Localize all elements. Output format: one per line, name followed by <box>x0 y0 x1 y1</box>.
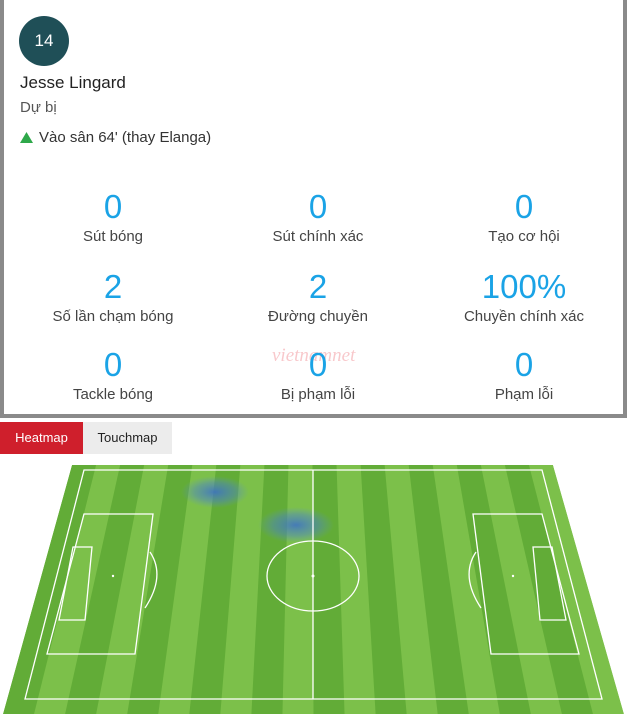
tab-heatmap[interactable]: Heatmap <box>0 422 83 454</box>
stat-value: 100% <box>481 268 567 305</box>
center-spot <box>311 574 315 578</box>
stat-pass-accuracy: 100% Chuyền chính xác <box>424 270 624 327</box>
stat-shots-on-target: 0 Sút chính xác <box>218 190 418 247</box>
player-role: Dự bị <box>20 99 57 116</box>
penalty-spot-left <box>111 574 115 578</box>
heatmap-blob <box>258 507 334 543</box>
tab-touchmap[interactable]: Touchmap <box>83 422 172 454</box>
stat-touches: 2 Số lần chạm bóng <box>13 270 213 327</box>
substitution-text: Vào sân 64' (thay Elanga) <box>39 129 212 146</box>
stat-label: Sút bóng <box>82 228 144 245</box>
heatmap-blob <box>181 476 249 508</box>
stat-label: Phạm lỗi <box>494 386 554 403</box>
stat-tackles: 0 Tackle bóng <box>13 348 213 405</box>
stat-value: 0 <box>103 188 123 225</box>
stat-label: Tạo cơ hội <box>488 228 560 245</box>
player-name: Jesse Lingard <box>20 73 126 92</box>
stat-label: Sút chính xác <box>272 228 364 245</box>
stat-value: 0 <box>514 346 534 383</box>
player-number-badge: 14 <box>19 16 69 66</box>
triangle-up-icon <box>20 132 33 143</box>
stat-value: 0 <box>308 346 328 383</box>
substitution-info: Vào sân 64' (thay Elanga) <box>20 129 211 146</box>
stat-fouls: 0 Phạm lỗi <box>424 348 624 405</box>
stat-value: 0 <box>514 188 534 225</box>
heatmap-pitch <box>3 465 624 714</box>
stat-shots: 0 Sút bóng <box>13 190 213 247</box>
stat-label: Số lần chạm bóng <box>52 308 174 325</box>
stat-label: Tackle bóng <box>72 386 154 403</box>
map-tabs: Heatmap Touchmap <box>0 422 627 454</box>
stat-label: Chuyền chính xác <box>463 308 585 325</box>
stat-value: 2 <box>308 268 328 305</box>
stat-chances-created: 0 Tạo cơ hội <box>424 190 624 247</box>
penalty-spot-right <box>511 574 515 578</box>
stat-value: 0 <box>103 346 123 383</box>
player-card: 14 Jesse Lingard Dự bị Vào sân 64' (thay… <box>0 0 627 418</box>
stat-value: 2 <box>103 268 123 305</box>
stat-label: Bị phạm lỗi <box>280 386 356 403</box>
stat-passes: 2 Đường chuyền <box>218 270 418 327</box>
stat-fouled: 0 Bị phạm lỗi <box>218 348 418 405</box>
stat-label: Đường chuyền <box>268 308 368 325</box>
stat-value: 0 <box>308 188 328 225</box>
